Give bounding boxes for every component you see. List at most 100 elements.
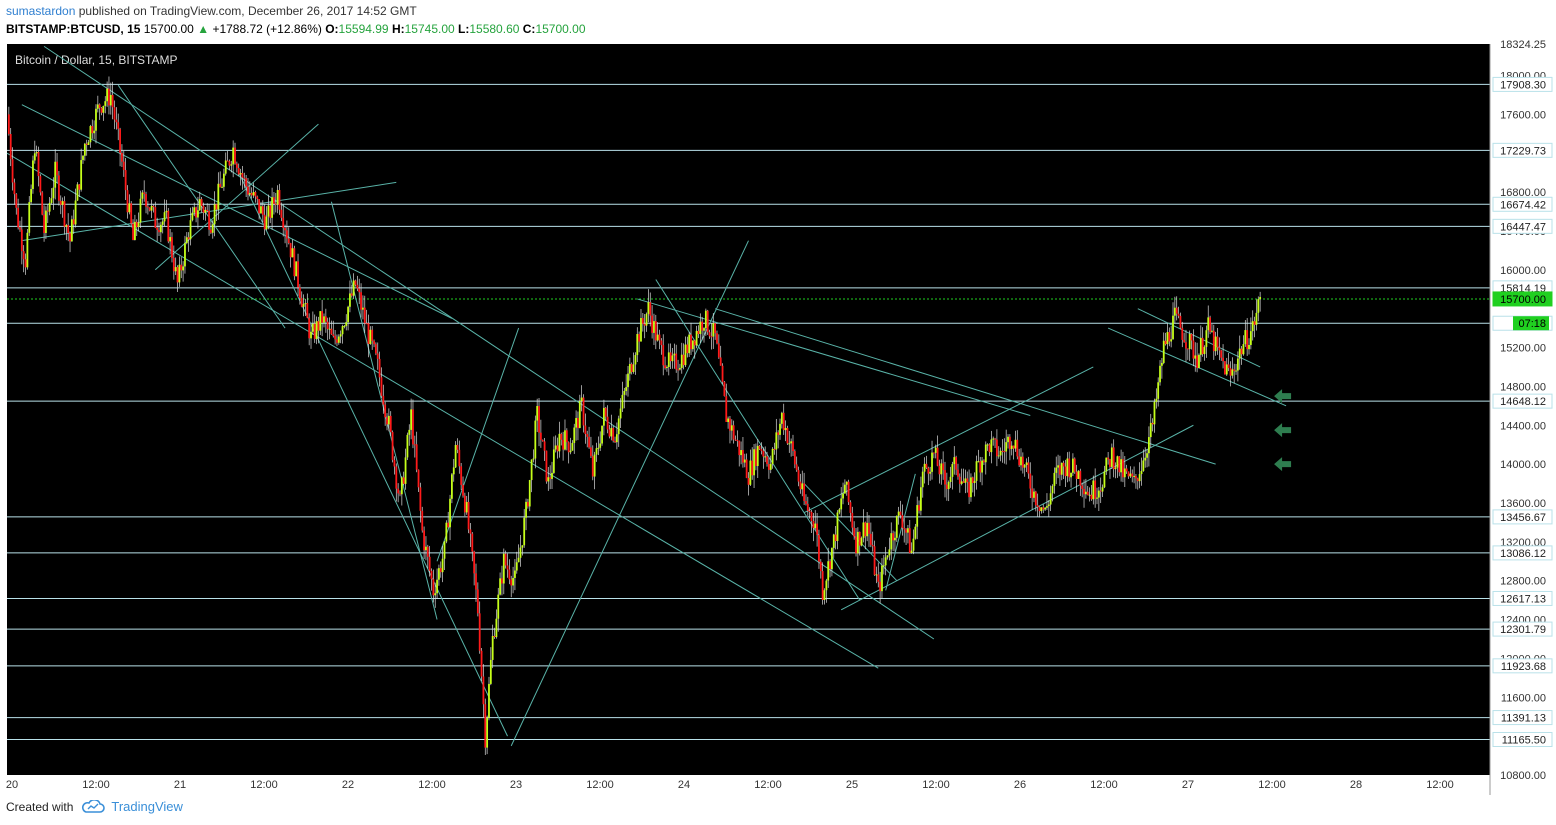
candle-body — [465, 501, 468, 513]
candle-body — [879, 581, 882, 592]
candle-body — [412, 409, 414, 445]
candle-body — [747, 477, 750, 485]
candle-body — [219, 183, 222, 188]
candle-body — [958, 476, 961, 484]
tradingview-link[interactable]: TradingView — [111, 799, 183, 814]
symbol-label: BITSTAMP:BTCUSD, 15 — [6, 22, 141, 36]
candle-body — [74, 200, 77, 225]
candle-body — [1122, 459, 1124, 478]
candle-body — [425, 546, 427, 551]
countdown-label: 07:18 — [1518, 318, 1546, 330]
price-tick-label: 14000.00 — [1500, 459, 1546, 471]
candle-body — [849, 502, 852, 513]
candle-body — [882, 565, 885, 567]
candle-body — [632, 364, 635, 372]
candle-body — [1003, 451, 1006, 453]
candle-body — [999, 450, 1002, 456]
candle-body — [1092, 480, 1095, 500]
candle-body — [779, 423, 781, 435]
candle-body — [324, 316, 327, 322]
candle-body — [1010, 445, 1013, 449]
candle-body — [456, 444, 459, 450]
candle-body — [1114, 467, 1117, 470]
price-tick-label: 10800.00 — [1500, 770, 1546, 782]
candle-body — [729, 418, 731, 431]
candle-body — [163, 212, 166, 222]
candle-body — [955, 457, 958, 470]
candle-body — [63, 201, 66, 227]
candle-body — [916, 505, 919, 527]
candle-body — [1133, 475, 1135, 477]
candle-body — [721, 365, 724, 382]
candle-body — [341, 326, 344, 335]
candle-body — [187, 237, 190, 240]
candle-body — [564, 430, 566, 450]
candle-body — [1105, 457, 1108, 472]
candle-body — [795, 464, 798, 471]
candle-body — [1086, 491, 1089, 496]
candle-body — [232, 147, 235, 165]
candle-body — [966, 478, 969, 482]
candle-body — [742, 450, 744, 463]
candle-body — [855, 536, 857, 554]
candle-body — [1064, 466, 1067, 477]
candle-body — [871, 544, 874, 547]
author-link[interactable]: sumastardon — [6, 4, 75, 18]
candle-body — [586, 434, 589, 437]
candle-body — [812, 520, 815, 529]
candle-body — [834, 534, 837, 542]
candle-body — [319, 311, 322, 331]
high-label: H: — [391, 22, 405, 36]
candle-body — [842, 493, 844, 499]
candle-body — [912, 538, 915, 551]
candle-body — [538, 406, 540, 433]
candle-body — [929, 471, 932, 474]
candle-body — [1199, 337, 1202, 355]
candle-body — [460, 466, 463, 485]
candle-body — [1101, 487, 1104, 492]
candle-body — [884, 557, 887, 566]
candle-body — [11, 159, 14, 183]
candle-body — [523, 517, 526, 546]
candle-body — [577, 418, 579, 428]
candle-body — [942, 463, 945, 471]
price-chart[interactable]: Bitcoin / Dollar, 15, BITSTAMP 18000.001… — [0, 40, 1556, 795]
candle-body — [222, 173, 225, 187]
candle-body — [666, 367, 668, 369]
candle-body — [260, 206, 262, 214]
candle-body — [473, 551, 476, 574]
candle-body — [141, 192, 144, 199]
candle-body — [510, 579, 513, 586]
candle-body — [384, 404, 387, 418]
candle-body — [699, 321, 702, 335]
candle-body — [374, 344, 377, 354]
candle-body — [951, 464, 954, 477]
candle-body — [124, 170, 127, 191]
candle-body — [636, 334, 639, 356]
candle-body — [109, 94, 112, 106]
candle-body — [61, 201, 64, 205]
candle-body — [1249, 331, 1252, 345]
candle-body — [1097, 490, 1100, 498]
candle-body — [206, 209, 209, 212]
candle-body — [1183, 339, 1186, 343]
candle-body — [1060, 462, 1063, 475]
candle-body — [89, 126, 92, 143]
candle-body — [171, 237, 173, 259]
candle-body — [198, 199, 201, 211]
tradingview-cloud-icon — [82, 799, 106, 813]
publish-text: published on TradingView.com, December 2… — [78, 4, 417, 18]
candle-body — [22, 251, 25, 260]
candle-body — [423, 530, 425, 551]
candle-body — [293, 248, 296, 277]
candle-body — [590, 447, 592, 457]
candle-body — [161, 221, 164, 225]
candle-body — [528, 480, 531, 507]
candle-body — [1185, 342, 1187, 349]
candle-body — [106, 88, 109, 102]
candle-body — [599, 443, 602, 448]
candle-body — [269, 205, 272, 218]
candle-body — [701, 321, 704, 331]
candle-body — [1259, 297, 1262, 300]
candle-body — [1229, 368, 1232, 376]
